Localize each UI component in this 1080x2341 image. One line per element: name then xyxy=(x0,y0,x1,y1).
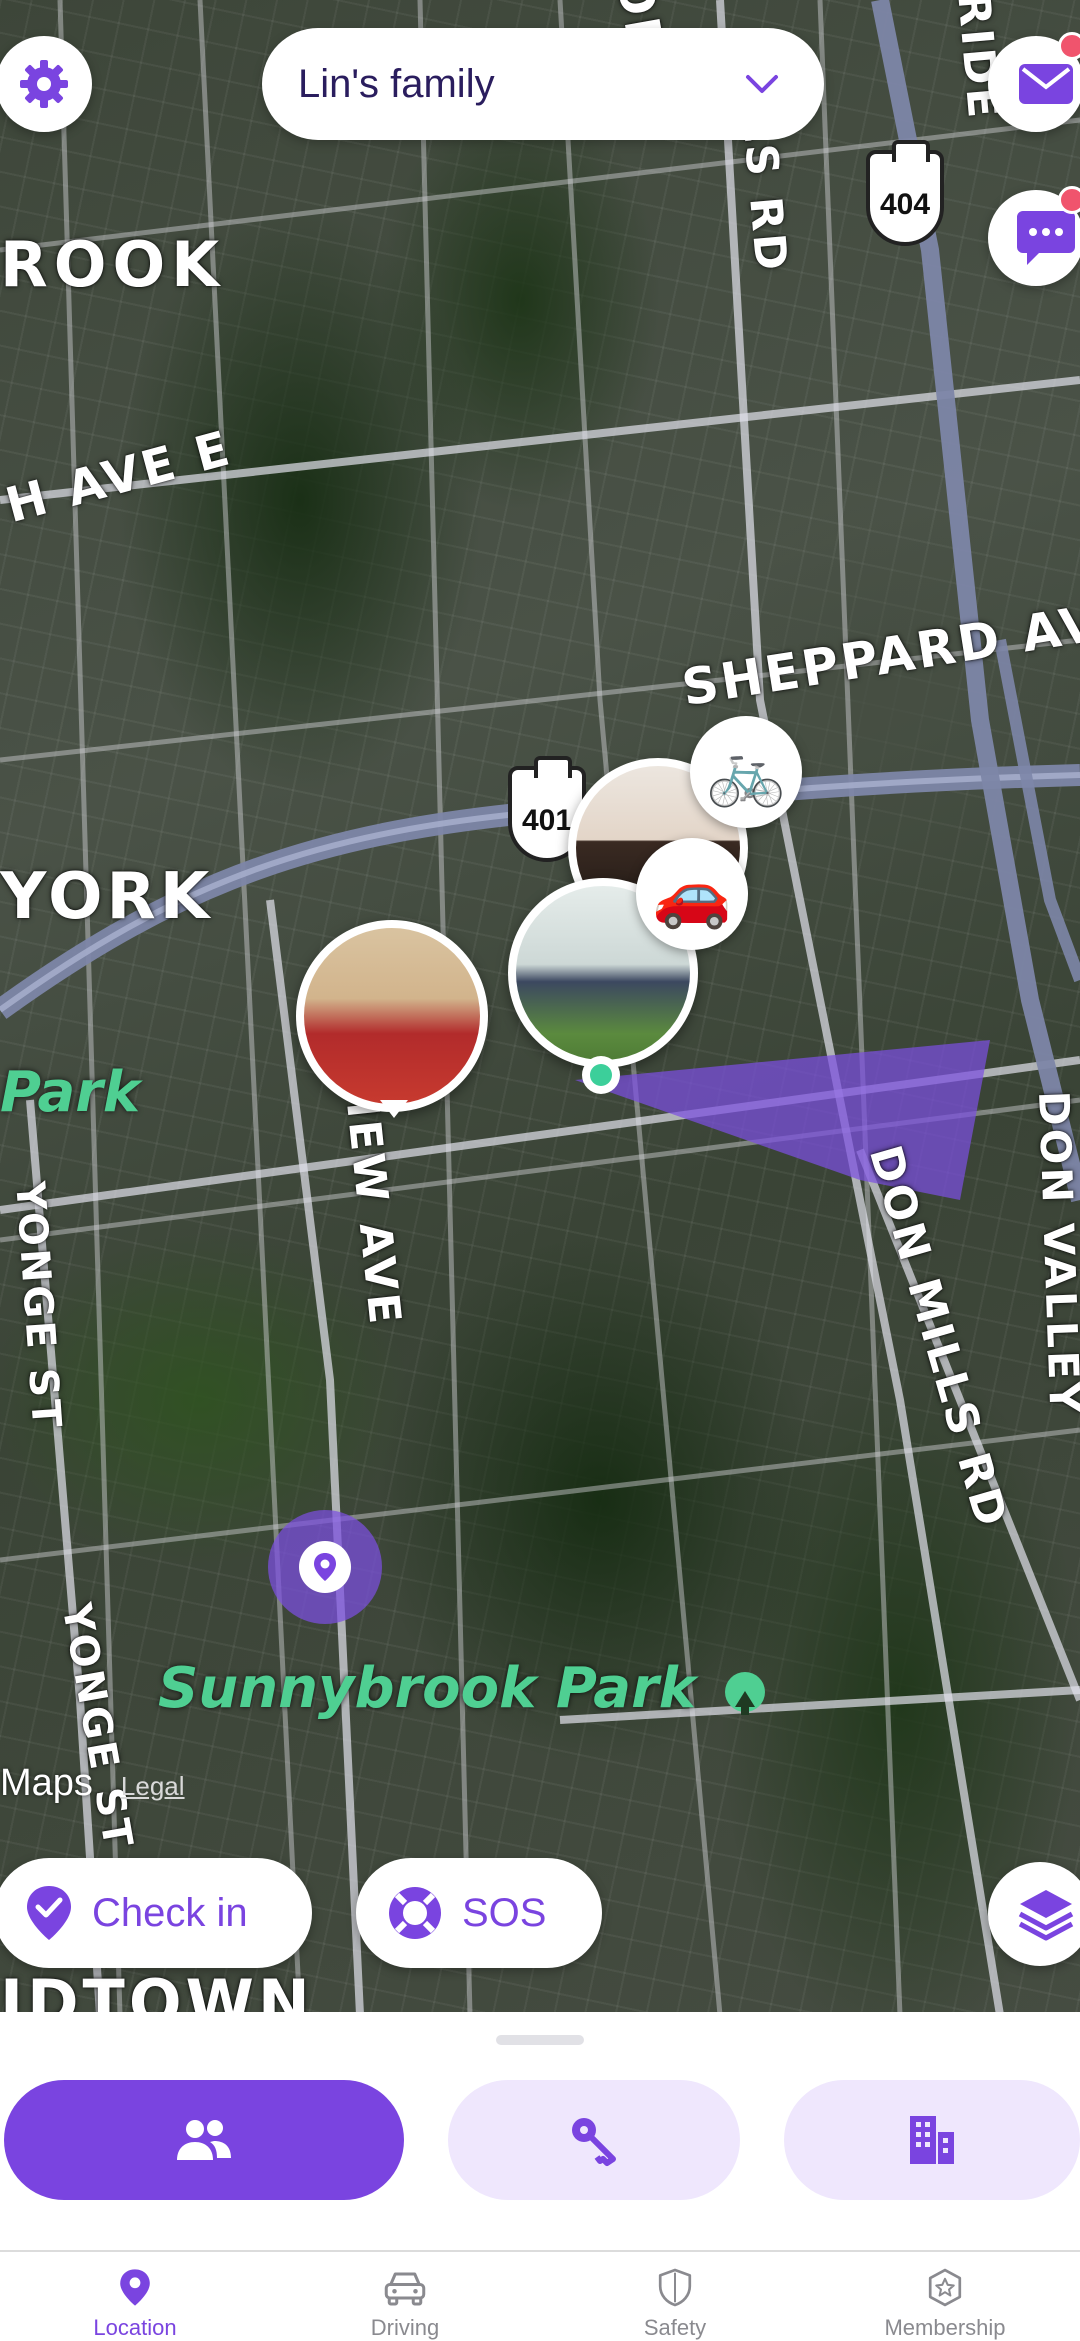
sheet-grabber[interactable] xyxy=(496,2035,584,2045)
chat-button[interactable] xyxy=(988,186,1080,286)
pin-check-icon xyxy=(27,1886,71,1940)
bike-activity-icon: 🚲 xyxy=(690,716,802,828)
member-photo xyxy=(304,928,480,1104)
place-marker[interactable] xyxy=(268,1510,382,1624)
gear-icon xyxy=(20,60,68,108)
messages-badge xyxy=(1058,32,1080,60)
park-label-sunnybrook-text: Sunnybrook Park xyxy=(158,1656,696,1721)
location-dot xyxy=(582,1056,620,1094)
car-icon xyxy=(384,2272,426,2306)
car-activity-icon: 🚗 xyxy=(636,838,748,950)
chat-badge xyxy=(1058,186,1080,214)
lifebuoy-icon xyxy=(389,1887,441,1939)
avatar-pointer xyxy=(380,1100,408,1118)
park-label-left: Park xyxy=(0,1060,141,1125)
star-badge-icon xyxy=(928,2268,962,2307)
mail-icon xyxy=(1019,64,1073,104)
maps-brand-text: Maps xyxy=(0,1762,93,1804)
sos-button[interactable]: SOS xyxy=(356,1858,602,1968)
segment-people[interactable] xyxy=(4,2080,404,2200)
tab-membership[interactable]: Membership xyxy=(810,2252,1080,2341)
layers-icon xyxy=(1018,1890,1074,1941)
park-label-sunnybrook: Sunnybrook Park xyxy=(158,1656,766,1721)
messages-button[interactable] xyxy=(988,32,1080,132)
circle-name: Lin's family xyxy=(298,61,495,106)
sos-label: SOS xyxy=(462,1890,547,1935)
shield-icon xyxy=(658,2268,692,2307)
tab-driving-label: Driving xyxy=(370,2315,440,2340)
segment-places[interactable] xyxy=(784,2080,1080,2200)
map-view[interactable]: ON RIDE ROOK H AVE E LLS RD SHEPPARD AVE… xyxy=(0,0,1080,2015)
settings-button[interactable] xyxy=(0,36,92,132)
check-in-label: Check in xyxy=(92,1890,248,1935)
tab-safety-label: Safety xyxy=(643,2315,707,2340)
people-icon xyxy=(177,2120,231,2160)
circle-selector[interactable]: Lin's family xyxy=(262,28,824,140)
keys-icon xyxy=(572,2118,616,2166)
place-marker-pin-icon xyxy=(299,1541,351,1593)
tab-membership-label: Membership xyxy=(884,2315,1006,2340)
member-avatar-1[interactable] xyxy=(296,920,488,1112)
street-label-rook: ROOK xyxy=(0,228,226,301)
highway-401-number: 401 xyxy=(521,804,573,837)
street-label-midtown: IDTOWN xyxy=(0,1966,314,2015)
legal-link[interactable]: Legal xyxy=(121,1771,185,1802)
tab-safety[interactable]: Safety xyxy=(540,2252,810,2341)
chevron-down-icon xyxy=(746,75,778,93)
chat-bubble-icon xyxy=(1017,211,1075,265)
highway-404-number: 404 xyxy=(879,188,931,221)
highway-404-shield: 404 xyxy=(866,140,944,246)
street-label-york: YORK xyxy=(0,860,214,934)
maps-brand: Maps xyxy=(0,1762,93,1805)
check-in-button[interactable]: Check in xyxy=(0,1858,312,1968)
location-pin-icon xyxy=(120,2269,150,2306)
bottom-sheet xyxy=(0,2012,1080,2252)
tab-location[interactable]: Location xyxy=(0,2252,270,2341)
tab-driving[interactable]: Driving xyxy=(270,2252,540,2341)
building-icon xyxy=(910,2116,954,2164)
map-attribution: Maps Legal xyxy=(0,1762,185,1805)
tab-bar: Location Driving Safety Membership xyxy=(0,2250,1080,2341)
tab-location-label: Location xyxy=(93,2315,177,2340)
segment-keys[interactable] xyxy=(448,2080,740,2200)
tree-icon xyxy=(725,1671,766,1715)
